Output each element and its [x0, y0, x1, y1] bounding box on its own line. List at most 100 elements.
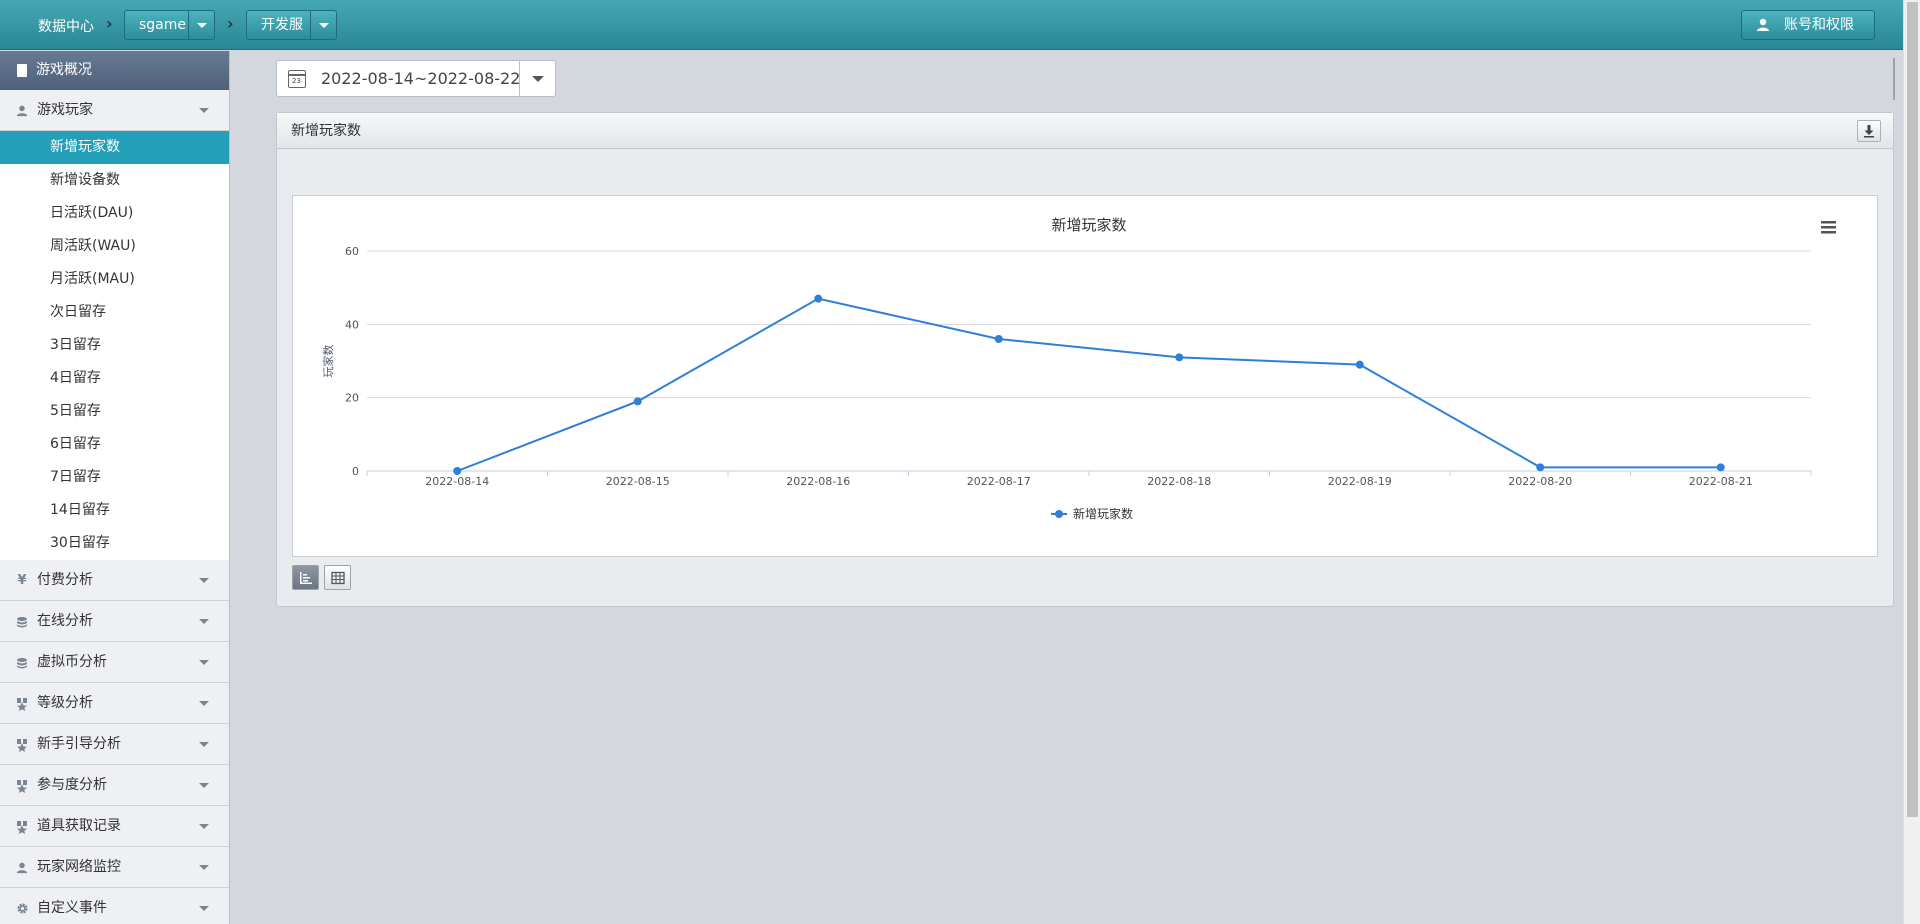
y-axis-label: 玩家数: [321, 345, 335, 378]
chart-panel: 新增玩家数 新增玩家数 0 20 40 60 2022-08-14 2022-08-15 20…: [276, 112, 1894, 607]
chevron-down-icon: [199, 906, 209, 911]
chevron-down-icon: [199, 660, 209, 665]
chevron-down-icon: [199, 742, 209, 747]
server-select[interactable]: 开发服: [246, 10, 337, 40]
sidebar-item-label: 游戏概况: [36, 62, 92, 78]
chevron-down-icon[interactable]: [188, 11, 214, 39]
sidebar-subitem[interactable]: 次日留存: [0, 296, 229, 329]
server-select-label: 开发服: [261, 17, 303, 33]
player-submenu: 新增玩家数 新增设备数 日活跃(DAU) 周活跃(WAU) 月活跃(MAU) 次日留存 3日…: [0, 131, 229, 560]
chevron-down-icon[interactable]: [310, 11, 336, 39]
sidebar-group-label: 自定义事件: [37, 900, 107, 916]
sidebar-group[interactable]: 新手引导分析: [0, 724, 229, 765]
scrollbar-thumb[interactable]: [1907, 2, 1918, 817]
data-point: [1175, 353, 1184, 362]
sidebar-group-label: 玩家网络监控: [37, 859, 121, 875]
sidebar-subitem[interactable]: 14日留存: [0, 494, 229, 527]
y-tick-label: 60: [345, 245, 359, 258]
x-tick-label: 2022-08-19: [1328, 475, 1392, 488]
sidebar-subitem[interactable]: 5日留存: [0, 395, 229, 428]
sidebar-subitem[interactable]: 3日留存: [0, 329, 229, 362]
menu-icon[interactable]: [1821, 221, 1836, 234]
data-point: [633, 397, 642, 406]
sidebar-group[interactable]: 参与度分析: [0, 765, 229, 806]
sidebar-groups: ¥ 付费分析在线分析虚拟币分析等级分析新手引导分析参与度分析道具获取记录 玩家网络监…: [0, 560, 229, 924]
sidebar-group[interactable]: 玩家网络监控: [0, 847, 229, 888]
data-point: [994, 335, 1003, 343]
game-select[interactable]: sgame: [124, 10, 215, 40]
date-range-dropdown[interactable]: [519, 61, 555, 96]
chart-title: 新增玩家数: [1051, 216, 1126, 234]
date-range-picker[interactable]: 23 2022-08-14~2022-08-22: [276, 60, 556, 97]
table-icon: [331, 571, 345, 585]
data-point: [1716, 463, 1725, 472]
sidebar-group-label: 付费分析: [37, 572, 93, 588]
date-range-value: 2022-08-14~2022-08-22: [321, 69, 521, 88]
sidebar-item-overview[interactable]: 游戏概况: [0, 51, 229, 90]
chevron-down-icon: [199, 824, 209, 829]
sidebar-group[interactable]: 虚拟币分析: [0, 642, 229, 683]
sidebar-subitem[interactable]: 新增设备数: [0, 164, 229, 197]
chevron-down-icon: [199, 619, 209, 624]
sidebar-subitem[interactable]: 7日留存: [0, 461, 229, 494]
x-tick-label: 2022-08-17: [967, 475, 1031, 488]
sidebar-subitem[interactable]: 日活跃(DAU): [0, 197, 229, 230]
data-point: [1355, 360, 1364, 369]
yen-icon: ¥: [17, 573, 27, 588]
chevron-down-icon: [199, 108, 209, 113]
download-button[interactable]: [1857, 120, 1881, 142]
legend-marker: [1055, 510, 1063, 518]
chart-view-button[interactable]: [292, 565, 319, 590]
sidebar-subitem[interactable]: 4日留存: [0, 362, 229, 395]
x-tick-label: 2022-08-15: [606, 475, 670, 488]
download-icon: [1864, 125, 1874, 138]
bar-chart-icon: [300, 572, 312, 584]
user-icon: [1757, 18, 1769, 31]
table-view-button[interactable]: [324, 565, 351, 590]
sidebar-group[interactable]: 自定义事件: [0, 888, 229, 924]
divider: [1893, 58, 1895, 100]
calendar-icon: 23: [288, 70, 306, 88]
sidebar-group-label: 等级分析: [37, 695, 93, 711]
sidebar-subitem[interactable]: 6日留存: [0, 428, 229, 461]
chevron-right-icon: ›: [227, 14, 234, 33]
sidebar-group-label: 虚拟币分析: [37, 654, 107, 670]
game-select-label: sgame: [139, 17, 187, 33]
sidebar-subitem[interactable]: 30日留存: [0, 527, 229, 560]
chevron-down-icon: [199, 701, 209, 706]
sidebar-subitem[interactable]: 新增玩家数: [0, 131, 229, 164]
data-point: [814, 294, 823, 303]
sidebar-group-label: 在线分析: [37, 613, 93, 629]
panel-title: 新增玩家数: [291, 123, 361, 139]
chevron-down-icon: [199, 578, 209, 583]
account-permissions-button[interactable]: 账号和权限: [1741, 10, 1875, 40]
sidebar-group-label: 新手引导分析: [37, 736, 121, 752]
x-tick-label: 2022-08-21: [1689, 475, 1753, 488]
y-tick-label: 0: [352, 465, 359, 478]
user-icon: [15, 90, 29, 131]
sidebar-subitem[interactable]: 周活跃(WAU): [0, 230, 229, 263]
gear-icon: [15, 888, 29, 924]
breadcrumb-home[interactable]: 数据中心: [38, 16, 94, 36]
document-icon: [17, 64, 27, 77]
award-icon: [15, 683, 29, 724]
panel-header: 新增玩家数: [277, 113, 1893, 149]
top-bar: 数据中心 › sgame › 开发服 账号和权限: [0, 0, 1903, 50]
x-tick-label: 2022-08-18: [1147, 475, 1211, 488]
chart-area: 新增玩家数 0 20 40 60 2022-08-14 2022-08-15 2022-08-…: [292, 195, 1878, 557]
chevron-down-icon: [199, 783, 209, 788]
sidebar-group[interactable]: ¥ 付费分析: [0, 560, 229, 601]
award-icon: [15, 806, 29, 847]
sidebar-group-label: 游戏玩家: [37, 102, 93, 118]
page-scrollbar[interactable]: [1903, 0, 1920, 924]
sidebar-group[interactable]: 道具获取记录: [0, 806, 229, 847]
sidebar-group-players[interactable]: 游戏玩家: [0, 90, 229, 131]
x-tick-label: 2022-08-16: [786, 475, 850, 488]
user-icon: [15, 847, 29, 888]
sidebar-group[interactable]: 在线分析: [0, 601, 229, 642]
sidebar-group[interactable]: 等级分析: [0, 683, 229, 724]
data-point: [1536, 463, 1545, 472]
sidebar-group-label: 道具获取记录: [37, 818, 121, 834]
y-tick-label: 20: [345, 392, 359, 405]
sidebar-subitem[interactable]: 月活跃(MAU): [0, 263, 229, 296]
